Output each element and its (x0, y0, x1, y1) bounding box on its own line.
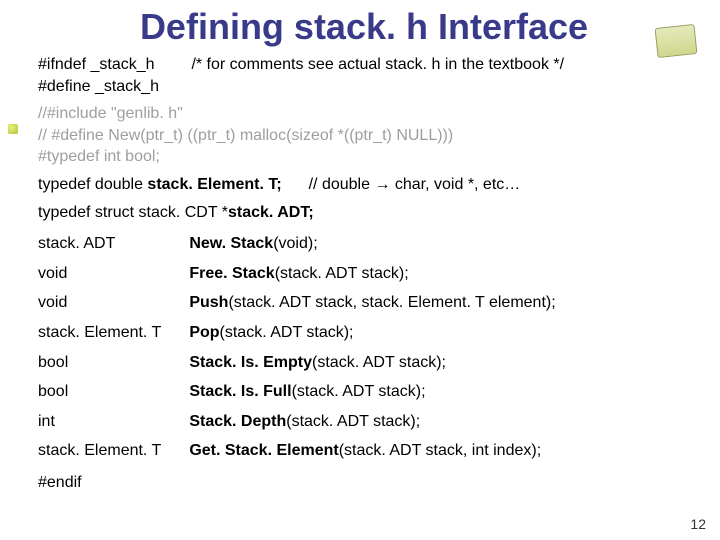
return-type: stack. ADT (38, 229, 189, 259)
table-row: intStack. Depth(stack. ADT stack); (38, 407, 584, 437)
function-name: Pop (189, 324, 219, 341)
function-args: (stack. ADT stack, int index); (339, 442, 541, 459)
define-line: #define _stack_h (38, 76, 690, 98)
table-row: boolStack. Is. Full(stack. ADT stack); (38, 377, 584, 407)
typedef-elem-prefix: typedef double (38, 176, 147, 193)
slide: Defining stack. h Interface #ifndef _sta… (0, 0, 720, 540)
return-type: void (38, 288, 189, 318)
return-type: bool (38, 377, 189, 407)
table-row: voidPush(stack. ADT stack, stack. Elemen… (38, 288, 584, 318)
function-args: (stack. ADT stack); (286, 413, 420, 430)
table-row: boolStack. Is. Empty(stack. ADT stack); (38, 348, 584, 378)
ifndef-text: #ifndef _stack_h (38, 56, 155, 73)
ifndef-line: #ifndef _stack_h /* for comments see act… (38, 54, 690, 76)
typedef-adt-mid: stack. CDT * (139, 204, 229, 221)
return-type: bool (38, 348, 189, 378)
function-args: (stack. ADT stack); (220, 324, 354, 341)
table-row: stack. Element. TGet. Stack. Element(sta… (38, 436, 584, 466)
header-comment: /* for comments see actual stack. h in t… (191, 56, 564, 73)
function-name: Push (189, 294, 228, 311)
function-name: Stack. Is. Full (189, 383, 291, 400)
function-name: Get. Stack. Element (189, 442, 338, 459)
function-signature: New. Stack(void); (189, 229, 583, 259)
function-signature: Free. Stack(stack. ADT stack); (189, 259, 583, 289)
function-args: (stack. ADT stack); (275, 265, 409, 282)
function-name: Stack. Is. Empty (189, 354, 312, 371)
function-args: (stack. ADT stack); (292, 383, 426, 400)
return-type: stack. Element. T (38, 436, 189, 466)
function-signature: Get. Stack. Element(stack. ADT stack, in… (189, 436, 583, 466)
return-type: void (38, 259, 189, 289)
function-name: Stack. Depth (189, 413, 286, 430)
function-args: (stack. ADT stack, stack. Element. T ele… (228, 294, 555, 311)
commented-typedef-bool: #typedef int bool; (38, 146, 690, 168)
function-signature: Stack. Depth(stack. ADT stack); (189, 407, 583, 437)
return-type: int (38, 407, 189, 437)
table-row: stack. Element. TPop(stack. ADT stack); (38, 318, 584, 348)
function-args: (stack. ADT stack); (312, 354, 446, 371)
function-signature: Push(stack. ADT stack, stack. Element. T… (189, 288, 583, 318)
page-number: 12 (690, 516, 706, 532)
typedef-elem-comment: // double → char, void *, etc… (309, 176, 521, 193)
function-table: stack. ADTNew. Stack(void);voidFree. Sta… (38, 229, 584, 466)
commented-define-new: // #define New(ptr_t) ((ptr_t) malloc(si… (38, 125, 690, 147)
bullet-icon (8, 124, 18, 134)
typedef-adt-prefix: typedef struct (38, 204, 139, 221)
code-body: #ifndef _stack_h /* for comments see act… (38, 54, 690, 494)
return-type: stack. Element. T (38, 318, 189, 348)
table-row: stack. ADTNew. Stack(void); (38, 229, 584, 259)
function-signature: Stack. Is. Full(stack. ADT stack); (189, 377, 583, 407)
typedef-adt: typedef struct stack. CDT *stack. ADT; (38, 202, 690, 224)
function-signature: Pop(stack. ADT stack); (189, 318, 583, 348)
typedef-elem-name: stack. Element. T; (147, 176, 281, 193)
endif-line: #endif (38, 472, 690, 494)
slide-title: Defining stack. h Interface (38, 6, 690, 48)
function-name: New. Stack (189, 235, 273, 252)
typedef-element: typedef double stack. Element. T; // dou… (38, 174, 690, 196)
commented-include: //#include "genlib. h" (38, 103, 690, 125)
table-row: voidFree. Stack(stack. ADT stack); (38, 259, 584, 289)
typedef-adt-name: stack. ADT; (228, 204, 314, 221)
function-signature: Stack. Is. Empty(stack. ADT stack); (189, 348, 583, 378)
function-args: (void); (273, 235, 317, 252)
function-name: Free. Stack (189, 265, 274, 282)
money-stack-icon (655, 24, 698, 58)
